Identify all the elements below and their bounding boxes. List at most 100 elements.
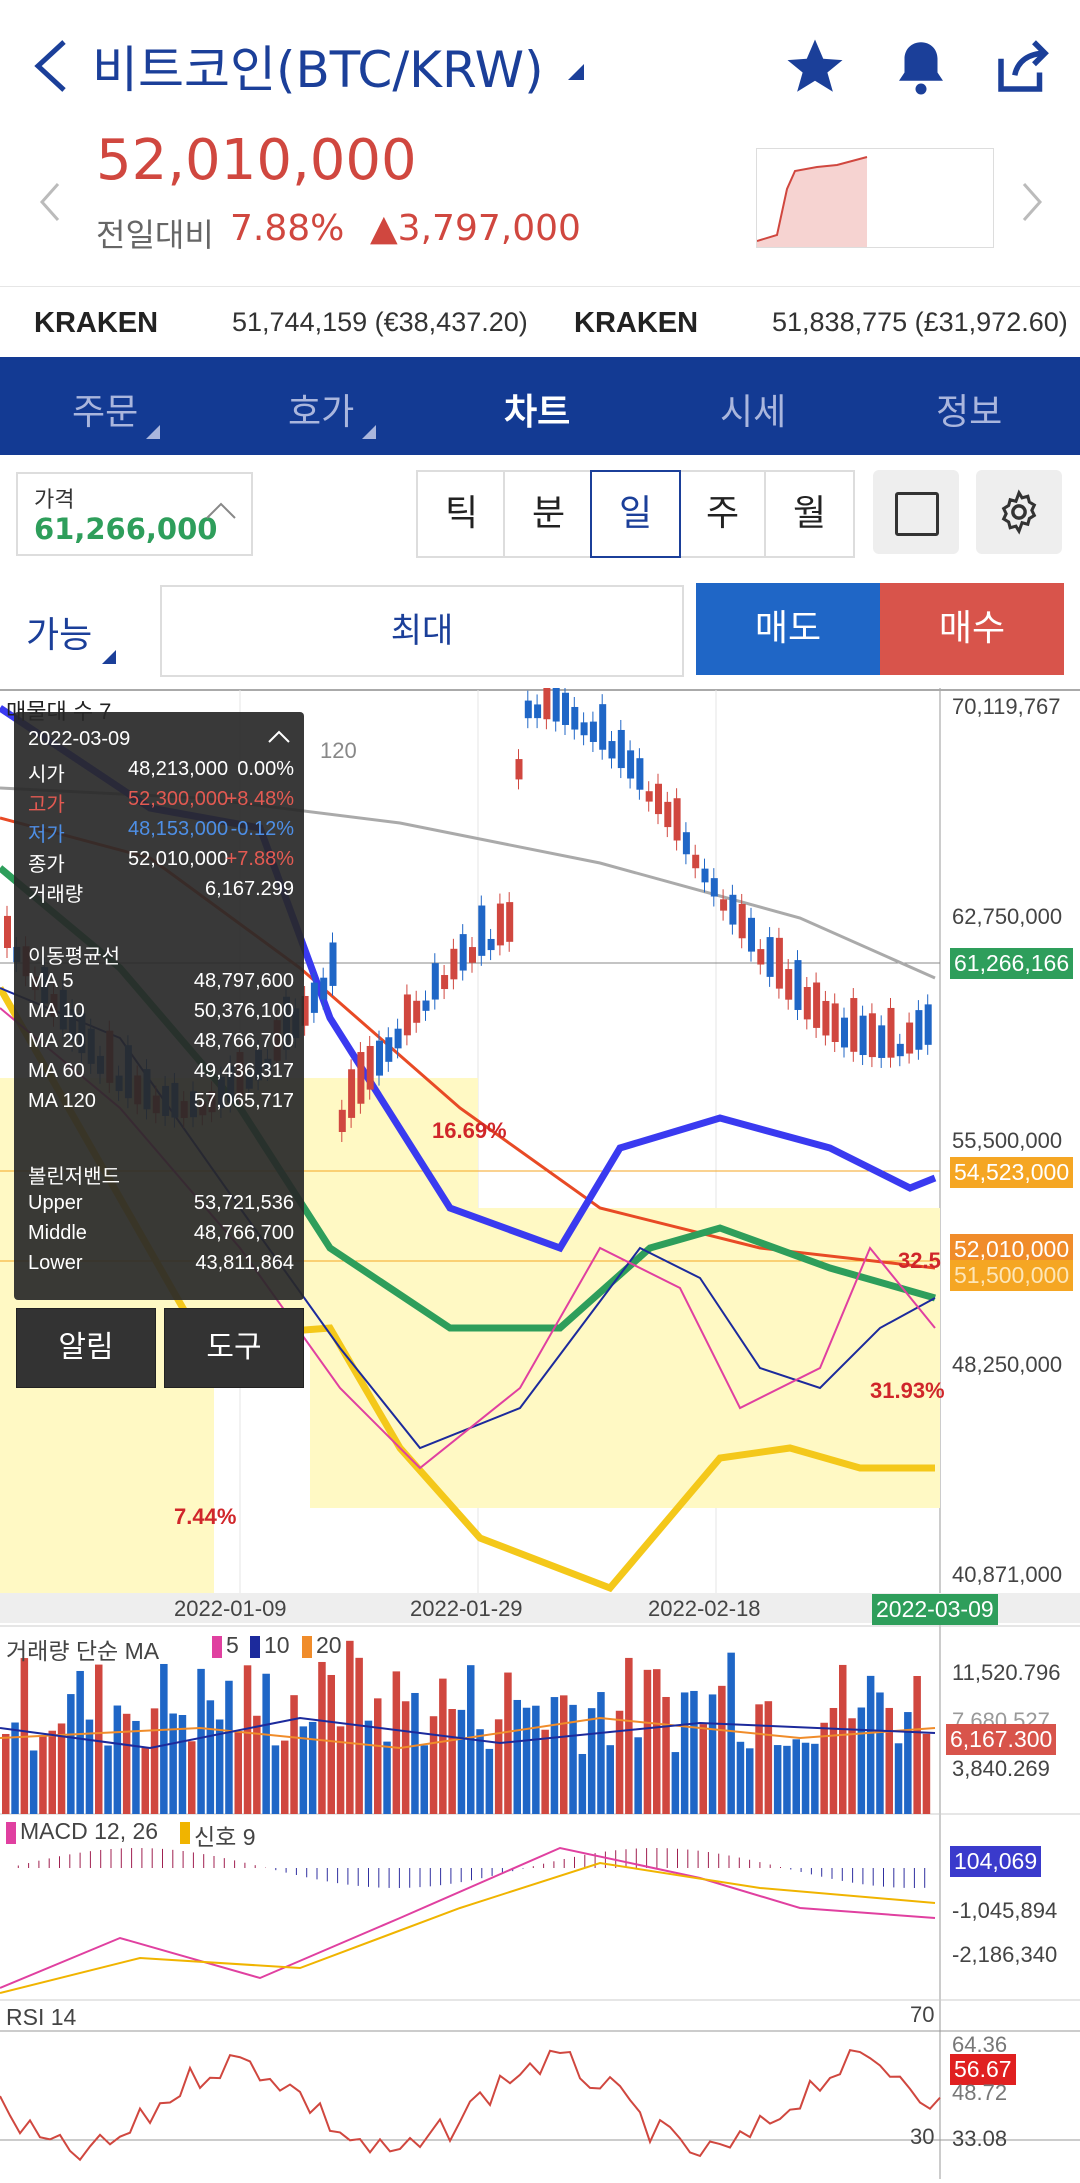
volume-bar bbox=[234, 1731, 242, 1814]
volume-bar bbox=[383, 1741, 391, 1814]
bell-icon[interactable] bbox=[888, 34, 954, 100]
volume-bar bbox=[653, 1669, 661, 1814]
popup-bb-row: Middle 48,766,700 bbox=[28, 1222, 294, 1244]
volume-bar bbox=[336, 1726, 345, 1814]
candle bbox=[394, 1028, 402, 1049]
change-label: 전일대비 bbox=[96, 216, 214, 254]
volume-bar bbox=[197, 1668, 205, 1814]
candle bbox=[320, 977, 328, 1000]
tab-order-caret-icon bbox=[146, 425, 160, 439]
volume-bar bbox=[885, 1707, 893, 1814]
interval-week[interactable]: 주 bbox=[677, 470, 768, 558]
candle bbox=[515, 759, 523, 780]
price-label: 가격 bbox=[34, 488, 75, 513]
rsi-level-30: 30 bbox=[910, 2124, 935, 2149]
macd-axis-label: -1,045,894 bbox=[952, 1898, 1058, 1923]
volume-bar bbox=[848, 1718, 856, 1814]
volume-bar bbox=[271, 1745, 280, 1814]
volume-bar bbox=[457, 1709, 466, 1814]
tool-button[interactable]: 도구 bbox=[164, 1308, 304, 1388]
price-axis-label: 40,871,000 bbox=[952, 1562, 1063, 1587]
date-label: 2022-01-29 bbox=[410, 1596, 523, 1621]
tab-info[interactable]: 정보 bbox=[936, 383, 1002, 435]
ohlc-popup: 2022-03-09 시가 48,213,000 0.00% 고가 52,300… bbox=[14, 712, 304, 1300]
price-axis-label: 70,119,767 bbox=[952, 694, 1061, 719]
volume-bar bbox=[764, 1701, 773, 1814]
mini-chart[interactable] bbox=[756, 148, 994, 248]
interval-tick[interactable]: 틱 bbox=[416, 470, 507, 558]
volume-bar bbox=[643, 1669, 652, 1814]
buy-button[interactable]: 매수 bbox=[880, 583, 1064, 675]
star-icon[interactable] bbox=[782, 34, 848, 100]
candle bbox=[431, 963, 439, 1000]
volume-bar bbox=[699, 1724, 707, 1814]
volume-bar bbox=[541, 1729, 549, 1814]
rsi-label: RSI 14 bbox=[6, 2004, 77, 2030]
volume-ma5: 5 bbox=[226, 1632, 239, 1658]
tab-orderbook[interactable]: 호가 bbox=[288, 383, 354, 435]
exchange-value: 51,744,159 (€38,437.20) bbox=[232, 307, 528, 337]
candle bbox=[366, 1045, 374, 1090]
volume-bar bbox=[160, 1663, 168, 1814]
macd-label: MACD 12, 26 bbox=[20, 1818, 159, 1844]
interval-month[interactable]: 월 bbox=[764, 470, 855, 558]
volume-bar bbox=[532, 1705, 540, 1814]
volume-bar bbox=[364, 1720, 373, 1814]
back-icon[interactable] bbox=[28, 36, 72, 96]
tab-orderbook-caret-icon bbox=[362, 425, 376, 439]
candle bbox=[673, 798, 681, 841]
volume-bar bbox=[308, 1721, 317, 1814]
fullscreen-button[interactable] bbox=[873, 470, 959, 554]
volume-bar bbox=[876, 1692, 884, 1814]
volume-bar bbox=[550, 1697, 559, 1814]
candle bbox=[543, 685, 551, 720]
candle bbox=[608, 741, 616, 759]
candle bbox=[794, 960, 802, 1010]
volume-ma10-swatch bbox=[250, 1636, 260, 1658]
dropdown-caret-icon[interactable] bbox=[564, 60, 588, 84]
interval-minute[interactable]: 분 bbox=[503, 470, 594, 558]
tab-chart[interactable]: 차트 bbox=[504, 383, 570, 435]
macd-tag: 104,069 bbox=[950, 1846, 1042, 1877]
available-caret-icon bbox=[102, 650, 116, 664]
interval-day[interactable]: 일 bbox=[590, 470, 681, 558]
candle bbox=[701, 868, 709, 883]
macd-axis-label: -2,186,340 bbox=[952, 1942, 1058, 1967]
square-icon bbox=[895, 492, 939, 536]
price-selector[interactable]: 가격 61,266,000 bbox=[16, 472, 253, 556]
candle bbox=[924, 1004, 932, 1045]
tab-order[interactable]: 주문 bbox=[72, 383, 138, 435]
prev-arrow-icon[interactable] bbox=[34, 180, 64, 224]
volume-bar bbox=[857, 1707, 866, 1814]
current-price: 52,010,000 bbox=[96, 128, 417, 193]
sell-button[interactable]: 매도 bbox=[696, 583, 880, 675]
candle bbox=[868, 1013, 876, 1058]
candle bbox=[310, 982, 318, 1013]
chevron-up-icon[interactable] bbox=[266, 726, 292, 746]
pct-label: 32.5 bbox=[898, 1248, 941, 1273]
popup-date: 2022-03-09 bbox=[28, 728, 131, 750]
max-button[interactable]: 최대 bbox=[160, 585, 684, 677]
exchange-value: 51,838,775 (£31,972.60) bbox=[772, 307, 1068, 337]
tab-quotes[interactable]: 시세 bbox=[720, 383, 786, 435]
volume-bar bbox=[578, 1753, 587, 1814]
candle bbox=[813, 982, 821, 1028]
volume-bar bbox=[411, 1692, 419, 1814]
page-title[interactable]: 비트코인(BTC/KRW) bbox=[92, 30, 544, 102]
candle bbox=[878, 1025, 886, 1058]
next-arrow-icon[interactable] bbox=[1018, 180, 1048, 224]
volume-bar bbox=[141, 1747, 149, 1814]
volume-bar bbox=[811, 1743, 819, 1814]
volume-label: 거래량 단순 MA bbox=[6, 1638, 160, 1664]
volume-bar bbox=[625, 1657, 633, 1814]
volume-ma5-swatch bbox=[212, 1636, 222, 1658]
volume-bar bbox=[262, 1673, 270, 1814]
level-tag: 51,500,000 bbox=[950, 1260, 1074, 1291]
candle bbox=[329, 942, 337, 986]
popup-ma-row: MA 10 50,376,100 bbox=[28, 1000, 294, 1022]
alert-button[interactable]: 알림 bbox=[16, 1308, 156, 1388]
share-icon[interactable] bbox=[990, 34, 1056, 100]
settings-button[interactable] bbox=[976, 470, 1062, 554]
volume-bar bbox=[29, 1750, 38, 1814]
available-label[interactable]: 가능 bbox=[26, 606, 92, 658]
